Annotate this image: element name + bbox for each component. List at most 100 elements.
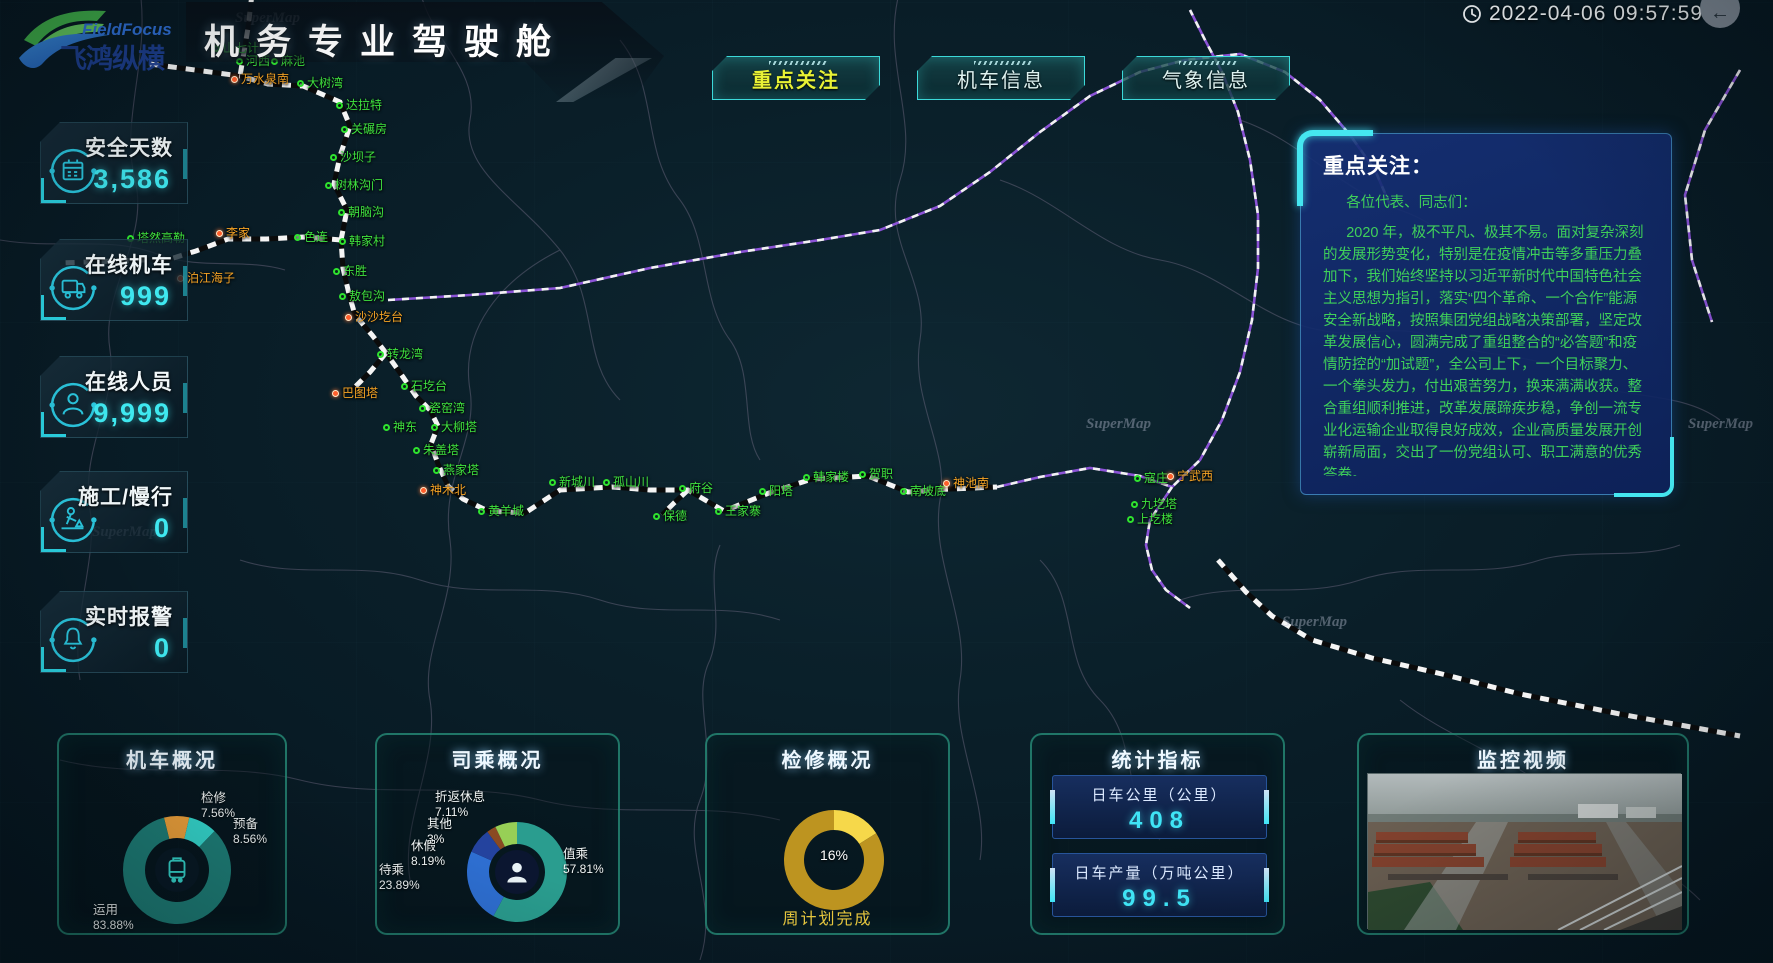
station-label: 府谷 (689, 482, 713, 494)
station-dot-icon (339, 238, 346, 245)
map-station-朱盖塔[interactable]: 朱盖塔 (413, 444, 459, 456)
stat-value: 99.5 (1053, 885, 1266, 913)
map-station-神池南[interactable]: 神池南 (943, 477, 989, 489)
station-label: 朱盖塔 (423, 444, 459, 456)
map-station-宁武西[interactable]: 宁武西 (1167, 470, 1213, 482)
station-dot-icon (900, 488, 907, 495)
tab-key-focus[interactable]: 重点关注 (712, 56, 880, 100)
station-dot-icon (679, 485, 686, 492)
map-station-府谷[interactable]: 府谷 (679, 482, 713, 494)
station-dot-icon (333, 268, 340, 275)
map-station-王家寨[interactable]: 王家寨 (715, 505, 761, 517)
map-station-瓷窑湾[interactable]: 瓷窑湾 (419, 402, 465, 414)
station-label: 黄羊城 (488, 505, 524, 517)
map-station-达拉特[interactable]: 达拉特 (336, 99, 382, 111)
station-dot-icon (1134, 475, 1141, 482)
map-station-保德[interactable]: 保德 (653, 510, 687, 522)
map-station-上圪楼[interactable]: 上圪楼 (1127, 513, 1173, 525)
locomotive-center-icon (155, 848, 199, 892)
station-label: 王家寨 (725, 505, 761, 517)
station-dot-icon (859, 471, 866, 478)
map-station-韩家楼[interactable]: 韩家楼 (803, 471, 849, 483)
focus-panel-title: 重点关注： (1323, 150, 1671, 180)
tab-locomotive-info[interactable]: 机车信息 (917, 56, 1085, 100)
station-dot-icon (330, 154, 337, 161)
surveillance-video-feed[interactable] (1367, 773, 1681, 929)
map-station-朝脑沟[interactable]: 朝脑沟 (338, 206, 384, 218)
station-dot-icon (332, 390, 339, 397)
station-label: 达拉特 (346, 99, 382, 111)
map-station-南坡底[interactable]: 南坡底 (900, 485, 946, 497)
map-station-树林沟门[interactable]: 树林沟门 (325, 179, 383, 191)
map-station-李家[interactable]: 李家 (216, 227, 250, 239)
app-logo: FieldFocus 飞鸿纵横 (12, 4, 212, 82)
map-station-大树湾[interactable]: 大树湾 (297, 77, 343, 89)
station-label: 神东 (393, 421, 417, 433)
station-dot-icon (341, 126, 348, 133)
map-station-转龙湾[interactable]: 转龙湾 (377, 348, 423, 360)
map-station-大柳塔[interactable]: 大柳塔 (431, 421, 477, 433)
stat-card-value: 3,586 (93, 164, 171, 195)
key-focus-panel: 重点关注： 各位代表、同志们：2020 年，极不平凡、极其不易。面对复杂深刻的发… (1300, 133, 1672, 495)
stat-card-value: 0 (154, 633, 171, 664)
station-dot-icon (431, 424, 438, 431)
station-label: 转龙湾 (387, 348, 423, 360)
station-label: 大柳塔 (441, 421, 477, 433)
maintenance-footer-label: 周计划完成 (707, 905, 948, 929)
map-station-神东[interactable]: 神东 (383, 421, 417, 433)
map-station-关碾房[interactable]: 关碾房 (341, 123, 387, 135)
map-station-韩家村[interactable]: 韩家村 (339, 235, 385, 247)
station-label: 燕家塔 (443, 464, 479, 476)
map-station-万水泉南[interactable]: 万水泉南 (231, 73, 289, 85)
map-station-黄羊城[interactable]: 黄羊城 (478, 505, 524, 517)
station-dot-icon (216, 230, 223, 237)
station-label: 大树湾 (307, 77, 343, 89)
map-station-寇庄[interactable]: 寇庄 (1134, 472, 1168, 484)
map-station-沙坝子[interactable]: 沙坝子 (330, 151, 376, 163)
tab-weather-info[interactable]: 气象信息 (1122, 56, 1290, 100)
map-station-孤山川[interactable]: 孤山川 (603, 476, 649, 488)
donut-label-运用: 运用83.88% (93, 903, 134, 933)
map-station-阳塔[interactable]: 阳塔 (759, 485, 793, 497)
map-station-燕家塔[interactable]: 燕家塔 (433, 464, 479, 476)
station-dot-icon (759, 488, 766, 495)
station-dot-icon (653, 513, 660, 520)
maintenance-percent-value: 16% (804, 847, 864, 863)
stat-card-value: 999 (120, 281, 171, 312)
station-label: 东胜 (343, 265, 367, 277)
map-station-九圪塔[interactable]: 九圪塔 (1131, 498, 1177, 510)
donut-label-待乘: 待乘23.89% (379, 863, 420, 893)
donut-label-预备: 预备8.56% (233, 817, 267, 847)
station-dot-icon (715, 508, 722, 515)
station-dot-icon (338, 209, 345, 216)
station-label: 孤山川 (613, 476, 649, 488)
station-label: 石圪台 (411, 380, 447, 392)
station-dot-icon (294, 234, 301, 241)
map-station-神木北[interactable]: 神木北 (420, 484, 466, 496)
map-station-东胜[interactable]: 东胜 (333, 265, 367, 277)
station-dot-icon (549, 479, 556, 486)
map-station-色连[interactable]: 色连 (294, 231, 328, 243)
map-station-石圪台[interactable]: 石圪台 (401, 380, 447, 392)
stat-card-label: 安全天数 (85, 132, 173, 162)
map-station-巴图塔[interactable]: 巴图塔 (332, 387, 378, 399)
crew-center-icon (495, 850, 539, 894)
station-dot-icon (420, 487, 427, 494)
map-station-敖包沟[interactable]: 敖包沟 (339, 290, 385, 302)
station-label: 瓷窑湾 (429, 402, 465, 414)
datetime-display: 2022-04-06 09:57:59 (1462, 2, 1703, 26)
panel-statistics: 统计指标 日车公里（公里） 408 日车产量（万吨公里） 99.5 (1030, 733, 1285, 935)
panel-locomotive-overview: 机车概况 检修7.56%预备8.56%运用83.88% (57, 733, 287, 935)
map-station-贺职[interactable]: 贺职 (859, 468, 893, 480)
station-label: 神木北 (430, 484, 466, 496)
station-dot-icon (1127, 516, 1134, 523)
tab-label: 重点关注 (752, 64, 840, 93)
station-label: 新城川 (559, 476, 595, 488)
station-label: 巴图塔 (342, 387, 378, 399)
map-station-新城川[interactable]: 新城川 (549, 476, 595, 488)
map-station-沙沙圪台[interactable]: 沙沙圪台 (345, 311, 403, 323)
station-label: 沙坝子 (340, 151, 376, 163)
tab-label: 机车信息 (957, 64, 1045, 93)
station-label: 神池南 (953, 477, 989, 489)
stat-card-label: 实时报警 (85, 601, 173, 631)
